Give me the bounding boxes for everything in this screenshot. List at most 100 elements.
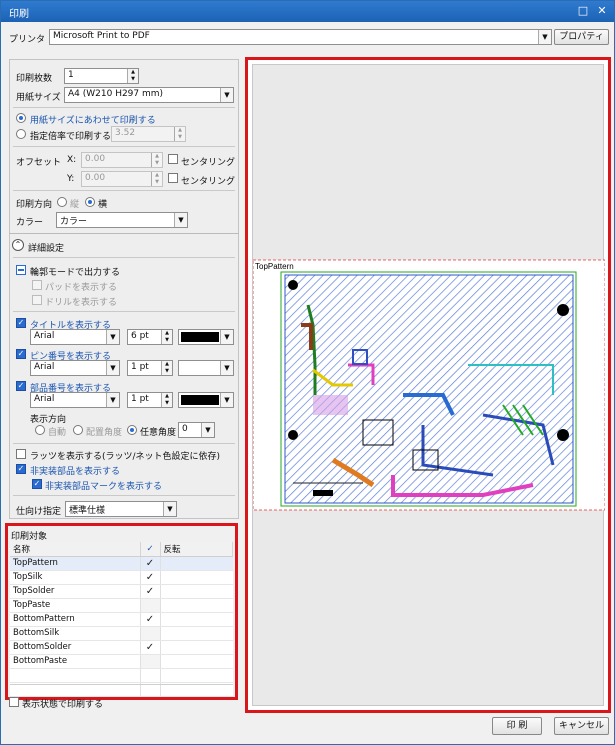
title-checkbox[interactable]: ✓ bbox=[16, 318, 26, 328]
layer-checkbox[interactable]: ✓ bbox=[139, 556, 161, 571]
maximize-icon[interactable]: □ bbox=[575, 3, 591, 19]
chevron-down-icon[interactable]: ▼ bbox=[220, 393, 233, 407]
title-color-select[interactable]: ▼ bbox=[178, 329, 234, 345]
chevron-down-icon[interactable]: ▼ bbox=[106, 393, 119, 407]
ratsnest-checkbox[interactable] bbox=[16, 449, 26, 459]
spin-arrows-icon[interactable]: ▲ ▼ bbox=[151, 153, 162, 167]
table-row[interactable]: TopPaste bbox=[10, 598, 233, 613]
chevron-down-icon[interactable]: ▼ bbox=[220, 330, 233, 344]
scale-input[interactable]: 3.52 ▲ ▼ bbox=[111, 126, 186, 142]
table-row[interactable]: TopSilk ✓ bbox=[10, 570, 233, 585]
properties-button[interactable]: プロパティ bbox=[554, 29, 609, 45]
auto-radio[interactable] bbox=[35, 425, 45, 435]
unmounted-label: 非実装部品を表示する bbox=[30, 467, 121, 477]
unmounted-mark-checkbox[interactable]: ✓ bbox=[32, 479, 42, 489]
layer-invert[interactable] bbox=[160, 626, 233, 641]
any-angle-radio[interactable] bbox=[127, 425, 137, 435]
layer-checkbox[interactable] bbox=[139, 654, 161, 669]
layer-checkbox[interactable]: ✓ bbox=[139, 570, 161, 585]
layer-invert[interactable] bbox=[160, 640, 233, 655]
print-button[interactable]: 印 刷 bbox=[492, 717, 542, 735]
chevron-down-icon[interactable]: ▼ bbox=[220, 88, 233, 102]
portrait-radio[interactable] bbox=[57, 197, 67, 207]
table-row[interactable]: BottomPattern ✓ bbox=[10, 612, 233, 627]
paper-label: 用紙サイズ bbox=[16, 93, 61, 103]
table-row[interactable]: BottomPaste bbox=[10, 654, 233, 669]
fit-paper-radio[interactable] bbox=[16, 113, 26, 123]
part-checkbox[interactable]: ✓ bbox=[16, 381, 26, 391]
outline-checkbox[interactable] bbox=[16, 265, 26, 275]
any-angle-select[interactable]: 0 ▼ bbox=[178, 422, 215, 438]
spin-arrows-icon[interactable]: ▲ ▼ bbox=[174, 127, 185, 141]
chevron-down-icon[interactable]: ▼ bbox=[538, 30, 551, 44]
table-row[interactable]: TopSolder ✓ bbox=[10, 584, 233, 599]
chevron-down-icon[interactable]: ▼ bbox=[106, 361, 119, 375]
color-value: カラー bbox=[60, 217, 88, 227]
spin-arrows-icon[interactable]: ▲ ▼ bbox=[161, 330, 172, 344]
layer-checkbox[interactable]: ✓ bbox=[139, 640, 161, 655]
printer-select[interactable]: Microsoft Print to PDF ▼ bbox=[49, 29, 552, 45]
color-select[interactable]: カラー ▼ bbox=[56, 212, 188, 228]
pcb-preview: TopPattern bbox=[252, 259, 606, 511]
color-swatch bbox=[181, 332, 219, 342]
chevron-down-icon[interactable]: ▼ bbox=[201, 423, 214, 437]
layer-checkbox[interactable] bbox=[139, 626, 161, 641]
layer-checkbox[interactable] bbox=[139, 598, 161, 613]
spin-arrows-icon[interactable]: ▲ ▼ bbox=[161, 361, 172, 375]
offset-x-input[interactable]: 0.00 ▲ ▼ bbox=[81, 152, 163, 168]
close-icon[interactable]: ✕ bbox=[594, 3, 610, 19]
table-row[interactable]: TopPattern ✓ bbox=[10, 556, 233, 571]
table-row[interactable]: BottomSilk bbox=[10, 626, 233, 641]
divider bbox=[13, 311, 235, 312]
paper-select[interactable]: A4 (W210 H297 mm) ▼ bbox=[64, 87, 234, 103]
pad-checkbox[interactable] bbox=[32, 280, 42, 290]
title-font-select[interactable]: Arial ▼ bbox=[30, 329, 120, 345]
empty-row bbox=[10, 668, 233, 683]
chevron-down-icon[interactable]: ▼ bbox=[106, 330, 119, 344]
pin-size-stepper[interactable]: 1 pt ▲ ▼ bbox=[127, 360, 173, 376]
layer-invert[interactable] bbox=[160, 570, 233, 585]
layer-invert[interactable] bbox=[160, 584, 233, 599]
spin-arrows-icon[interactable]: ▲ ▼ bbox=[161, 393, 172, 407]
chevron-down-icon[interactable]: ▼ bbox=[163, 502, 176, 516]
layer-checkbox[interactable]: ✓ bbox=[139, 612, 161, 627]
offset-y-input[interactable]: 0.00 ▲ ▼ bbox=[81, 171, 163, 187]
scale-radio[interactable] bbox=[16, 129, 26, 139]
landscape-radio[interactable] bbox=[85, 197, 95, 207]
portrait-label: 縦 bbox=[70, 200, 80, 210]
table-scroll-edge bbox=[10, 684, 233, 685]
spec-select[interactable]: 標準仕様 ▼ bbox=[65, 501, 177, 517]
part-font-select[interactable]: Arial ▼ bbox=[30, 392, 120, 408]
layer-invert[interactable] bbox=[160, 556, 233, 571]
pin-font-value: Arial bbox=[34, 362, 55, 372]
drill-checkbox[interactable] bbox=[32, 295, 42, 305]
cancel-button[interactable]: キャンセル bbox=[554, 717, 609, 735]
copies-stepper[interactable]: 1 ▲ ▼ bbox=[64, 68, 139, 84]
display-state-checkbox[interactable] bbox=[9, 697, 19, 707]
part-size-stepper[interactable]: 1 pt ▲ ▼ bbox=[127, 392, 173, 408]
title-size-stepper[interactable]: 6 pt ▲ ▼ bbox=[127, 329, 173, 345]
collapse-icon[interactable]: ⌃ bbox=[12, 239, 24, 251]
spin-arrows-icon[interactable]: ▲ ▼ bbox=[151, 172, 162, 186]
part-size-value: 1 pt bbox=[131, 394, 149, 404]
unmounted-checkbox[interactable]: ✓ bbox=[16, 464, 26, 474]
pin-color-select[interactable]: ▼ bbox=[178, 360, 234, 376]
center-y-checkbox[interactable] bbox=[168, 173, 178, 183]
layer-name: BottomPaste bbox=[10, 654, 140, 669]
spin-arrows-icon[interactable]: ▲ ▼ bbox=[127, 69, 138, 83]
pin-checkbox[interactable]: ✓ bbox=[16, 349, 26, 359]
layer-invert[interactable] bbox=[160, 612, 233, 627]
layer-invert[interactable] bbox=[160, 598, 233, 613]
table-row[interactable]: BottomSolder ✓ bbox=[10, 640, 233, 655]
chevron-down-icon[interactable]: ▼ bbox=[174, 213, 187, 227]
chevron-down-icon[interactable]: ▼ bbox=[220, 361, 233, 375]
layer-checkbox[interactable]: ✓ bbox=[139, 584, 161, 599]
part-color-select[interactable]: ▼ bbox=[178, 392, 234, 408]
column-check-header[interactable]: ✓ bbox=[139, 542, 161, 557]
center-x-checkbox[interactable] bbox=[168, 154, 178, 164]
checkmark-icon: ✓ bbox=[145, 641, 155, 653]
printer-value: Microsoft Print to PDF bbox=[53, 31, 150, 41]
pin-font-select[interactable]: Arial ▼ bbox=[30, 360, 120, 376]
angle-radio[interactable] bbox=[73, 425, 83, 435]
layer-invert[interactable] bbox=[160, 654, 233, 669]
